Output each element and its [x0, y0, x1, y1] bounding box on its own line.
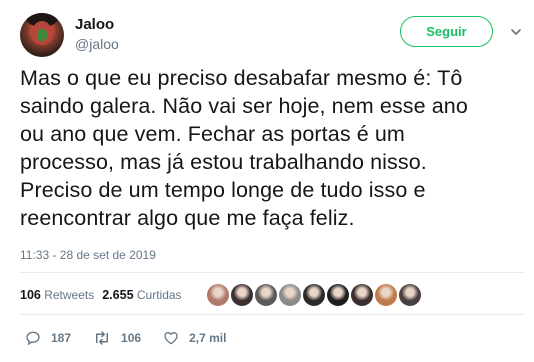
liker-avatar[interactable]	[255, 284, 277, 306]
retweets-label: Retweets	[44, 288, 95, 302]
liker-avatar[interactable]	[351, 284, 373, 306]
likes-stat[interactable]: 2.655 Curtidas	[102, 288, 181, 302]
tweet-timestamp[interactable]: 11:33 - 28 de set de 2019	[20, 248, 156, 262]
liker-avatars	[207, 284, 421, 306]
retweet-icon	[96, 331, 109, 345]
liker-avatar[interactable]	[327, 284, 349, 306]
chevron-down-icon[interactable]	[509, 25, 523, 39]
reply-icon	[26, 331, 40, 346]
likes-count: 2.655	[102, 288, 134, 302]
retweet-action[interactable]: 106	[93, 330, 141, 346]
divider-bottom	[20, 314, 524, 315]
liker-avatar[interactable]	[399, 284, 421, 306]
tweet-text: Mas o que eu preciso desabafar mesmo é: …	[20, 66, 468, 230]
likes-label: Curtidas	[136, 288, 182, 302]
liker-avatar[interactable]	[303, 284, 325, 306]
tweet-actions: 187 106 2,7 mil	[25, 330, 248, 346]
reply-count: 187	[51, 331, 72, 345]
retweets-stat[interactable]: 106 Retweets	[20, 288, 94, 302]
heart-icon	[164, 332, 178, 345]
reply-action[interactable]: 187	[25, 330, 71, 346]
follow-button[interactable]: Seguir	[400, 16, 493, 47]
author-display-name[interactable]: Jaloo	[75, 16, 114, 33]
liker-avatar[interactable]	[231, 284, 253, 306]
author-avatar[interactable]	[20, 13, 64, 57]
liker-avatar[interactable]	[207, 284, 229, 306]
liker-avatar[interactable]	[375, 284, 397, 306]
tweet-stats: 106 Retweets 2.655 Curtidas	[20, 288, 182, 302]
retweet-count: 106	[121, 331, 142, 345]
author-handle[interactable]: @jaloo	[75, 36, 119, 52]
like-count: 2,7 mil	[189, 331, 227, 345]
avatar-paint-mark	[37, 29, 47, 41]
divider-top	[20, 272, 524, 273]
retweets-count: 106	[20, 288, 41, 302]
liker-avatar[interactable]	[279, 284, 301, 306]
like-action[interactable]: 2,7 mil	[163, 330, 226, 346]
